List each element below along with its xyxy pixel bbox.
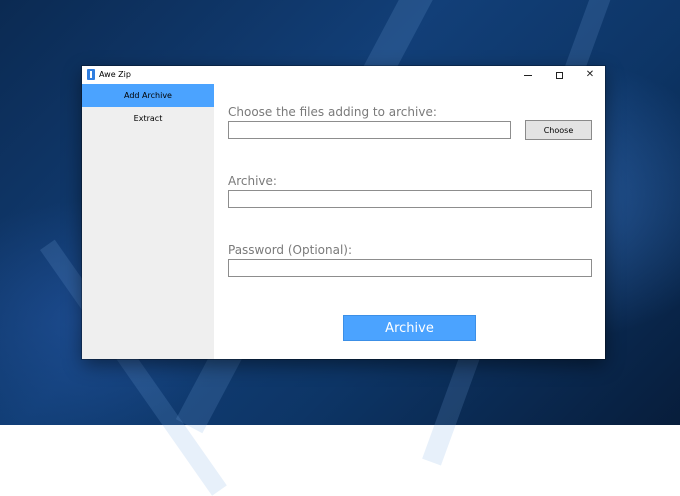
minimize-icon [524, 74, 532, 76]
files-label: Choose the files adding to archive: [228, 105, 437, 119]
choose-button[interactable]: Choose [525, 120, 592, 140]
archive-label: Archive: [228, 174, 277, 188]
app-window: Awe Zip ✕ Add Archive Extract Choose the… [82, 66, 605, 359]
password-label: Password (Optional): [228, 243, 353, 257]
minimize-button[interactable] [513, 66, 543, 84]
maximize-button[interactable] [544, 66, 574, 84]
archive-button[interactable]: Archive [343, 315, 476, 341]
app-logo-icon [87, 69, 95, 80]
title-bar[interactable]: Awe Zip ✕ [82, 66, 605, 84]
sidebar: Add Archive Extract [82, 84, 214, 359]
sidebar-item-label: Add Archive [124, 91, 172, 100]
sidebar-item-extract[interactable]: Extract [82, 107, 214, 130]
window-title: Awe Zip [99, 70, 131, 79]
sidebar-item-label: Extract [133, 114, 163, 123]
close-icon: ✕ [585, 69, 595, 80]
sidebar-item-add-archive[interactable]: Add Archive [82, 84, 214, 107]
files-input[interactable] [228, 121, 511, 139]
main-content: Choose the files adding to archive: Choo… [214, 84, 605, 359]
maximize-icon [555, 71, 563, 79]
archive-input[interactable] [228, 190, 592, 208]
close-button[interactable]: ✕ [575, 66, 605, 84]
password-input[interactable] [228, 259, 592, 277]
